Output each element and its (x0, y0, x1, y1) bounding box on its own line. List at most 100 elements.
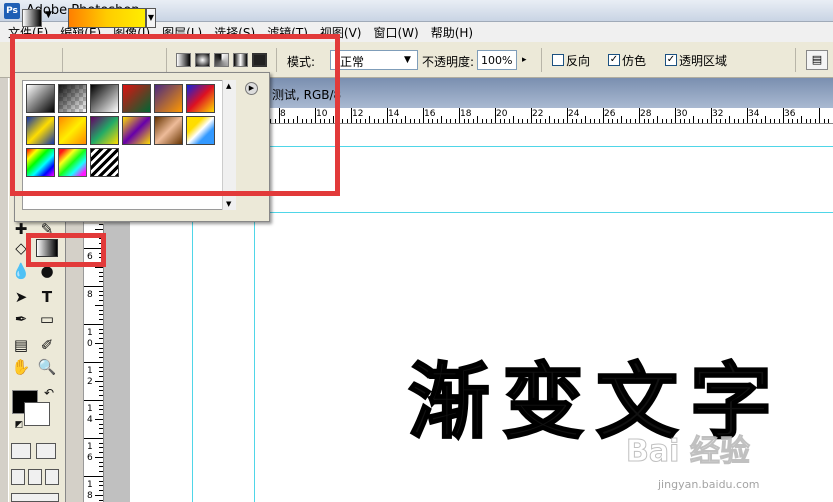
ruler-tick (464, 119, 465, 123)
ruler-tick (792, 119, 793, 123)
zoom-tool-icon[interactable]: 🔍 (36, 356, 58, 378)
jump-to-imageready-button[interactable] (11, 493, 59, 502)
ruler-tick (468, 119, 469, 123)
ruler-tick (603, 108, 604, 123)
type-tool-icon[interactable]: T (36, 286, 58, 308)
swap-colors-icon[interactable]: ↶ (38, 382, 60, 404)
ruler-tick (644, 119, 645, 123)
ruler-tick (594, 119, 595, 123)
tool-preset-picker[interactable] (22, 9, 42, 27)
ruler-tick (99, 291, 103, 292)
ruler-tick (99, 314, 103, 315)
ruler-tick (743, 119, 744, 123)
screen-mode-full-button[interactable] (45, 469, 59, 485)
ruler-tick (99, 428, 103, 429)
ruler-tick (387, 108, 388, 123)
palette-well-button[interactable]: ▤ (806, 50, 828, 70)
ruler-label: 1 4 (87, 404, 93, 425)
ruler-tick (806, 119, 807, 123)
triangle-down-icon[interactable]: ▼ (45, 10, 52, 20)
ruler-tick (648, 119, 649, 123)
notes-tool-icon[interactable]: ▤ (10, 334, 32, 356)
menu-help[interactable]: 帮助(H) (425, 24, 479, 41)
ruler-tick (459, 108, 460, 123)
ruler-label: 28 (640, 109, 652, 119)
screen-mode-full-menu-button[interactable] (28, 469, 42, 485)
transparency-checkbox[interactable]: ✓ (665, 54, 677, 66)
ruler-tick (410, 119, 411, 123)
ruler-tick (761, 119, 762, 123)
ruler-label: 1 8 (87, 480, 93, 501)
ruler-tick (756, 119, 757, 123)
ruler-tick (347, 119, 348, 123)
ruler-tick (680, 119, 681, 123)
ruler-tick (810, 119, 811, 123)
ruler-tick (693, 116, 694, 123)
ruler-tick (99, 319, 103, 320)
ruler-label: 20 (496, 109, 508, 119)
opacity-value: 100% (481, 54, 513, 67)
gradient-picker-dropdown-button[interactable]: ▼ (146, 8, 156, 28)
ruler-tick (99, 500, 103, 501)
ruler-tick (99, 481, 103, 482)
ruler-tick (428, 119, 429, 123)
menu-window[interactable]: 窗口(W) (367, 24, 424, 41)
chevron-down-icon[interactable]: ▼ (404, 55, 411, 65)
ruler-tick (95, 305, 103, 306)
reverse-checkbox[interactable] (552, 54, 564, 66)
ruler-tick (84, 476, 103, 477)
options-separator (541, 48, 542, 72)
ruler-label: 34 (748, 109, 760, 119)
ruler-tick (585, 116, 586, 123)
ruler-tick (770, 119, 771, 123)
ruler-tick (797, 119, 798, 123)
ruler-label: 26 (604, 109, 616, 119)
ruler-tick (518, 119, 519, 123)
document-title-bar (270, 78, 833, 108)
ruler-tick (95, 419, 103, 420)
quick-mask-mode-button[interactable] (36, 443, 56, 459)
horizontal-ruler: 8 10 12 14 16 18 20 22 24 26 28 30 32 34 36 (270, 108, 833, 124)
ruler-tick (666, 119, 667, 123)
eyedropper-icon[interactable]: ✐ (36, 334, 58, 356)
ruler-tick (396, 119, 397, 123)
ruler-tick (509, 119, 510, 123)
ruler-tick (365, 119, 366, 123)
ruler-tick (99, 310, 103, 311)
ruler-tick (360, 119, 361, 123)
ruler-tick (99, 281, 103, 282)
ruler-tick (527, 119, 528, 123)
ruler-tick (630, 119, 631, 123)
ruler-tick (689, 119, 690, 123)
ruler-label: 32 (712, 109, 724, 119)
gradient-preview-swatch[interactable] (68, 8, 146, 28)
ruler-tick (653, 119, 654, 123)
ruler-tick (99, 367, 103, 368)
ruler-tick (581, 119, 582, 123)
triangle-right-icon[interactable]: ▸ (522, 55, 527, 65)
ruler-tick (99, 433, 103, 434)
ruler-tick (99, 485, 103, 486)
ruler-tick (441, 116, 442, 123)
screen-mode-standard-button[interactable] (11, 469, 25, 485)
ruler-tick (95, 381, 103, 382)
default-colors-icon[interactable]: ◩ (8, 414, 30, 436)
path-selection-icon[interactable]: ➤ (10, 286, 32, 308)
scroll-down-icon[interactable]: ▼ (226, 200, 231, 208)
ruler-tick (554, 119, 555, 123)
rectangle-tool-icon[interactable]: ▭ (36, 308, 58, 330)
ruler-tick (99, 329, 103, 330)
ruler-tick (657, 116, 658, 123)
ruler-tick (531, 108, 532, 123)
ruler-tick (671, 119, 672, 123)
ruler-tick (639, 108, 640, 123)
hand-tool-icon[interactable]: ✋ (10, 356, 32, 378)
ruler-tick (477, 116, 478, 123)
ruler-tick (95, 495, 103, 496)
ruler-tick (99, 424, 103, 425)
ruler-tick (99, 272, 103, 273)
ruler-tick (720, 119, 721, 123)
standard-mode-button[interactable] (11, 443, 31, 459)
pen-tool-icon[interactable]: ✒ (10, 308, 32, 330)
dither-checkbox[interactable]: ✓ (608, 54, 620, 66)
